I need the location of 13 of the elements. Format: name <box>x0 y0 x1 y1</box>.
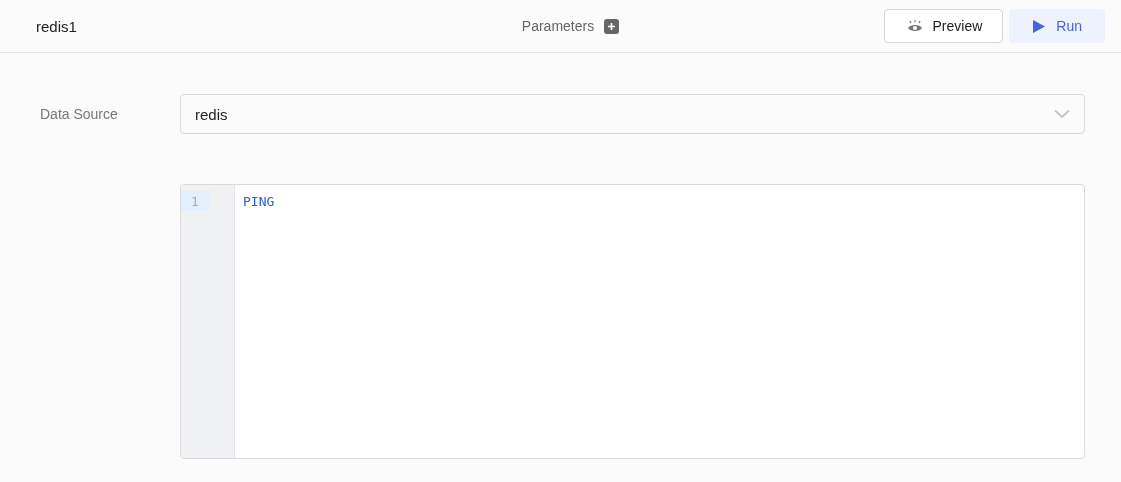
eye-icon <box>906 19 923 33</box>
line-number: 1 <box>181 191 209 211</box>
parameters-label: Parameters <box>521 18 595 34</box>
code-editor[interactable]: 1 PING <box>180 184 1085 459</box>
preview-button[interactable]: Preview <box>883 9 1004 43</box>
field-label: Data Source <box>40 106 119 122</box>
add-icon[interactable] <box>604 18 620 34</box>
play-icon <box>1032 18 1047 34</box>
data-source-select[interactable]: redis <box>180 94 1085 134</box>
code-line: PING <box>243 192 275 211</box>
query-title: redis1 <box>36 17 77 35</box>
run-button[interactable]: Run <box>1009 9 1105 43</box>
chevron-down-icon <box>1054 109 1070 119</box>
